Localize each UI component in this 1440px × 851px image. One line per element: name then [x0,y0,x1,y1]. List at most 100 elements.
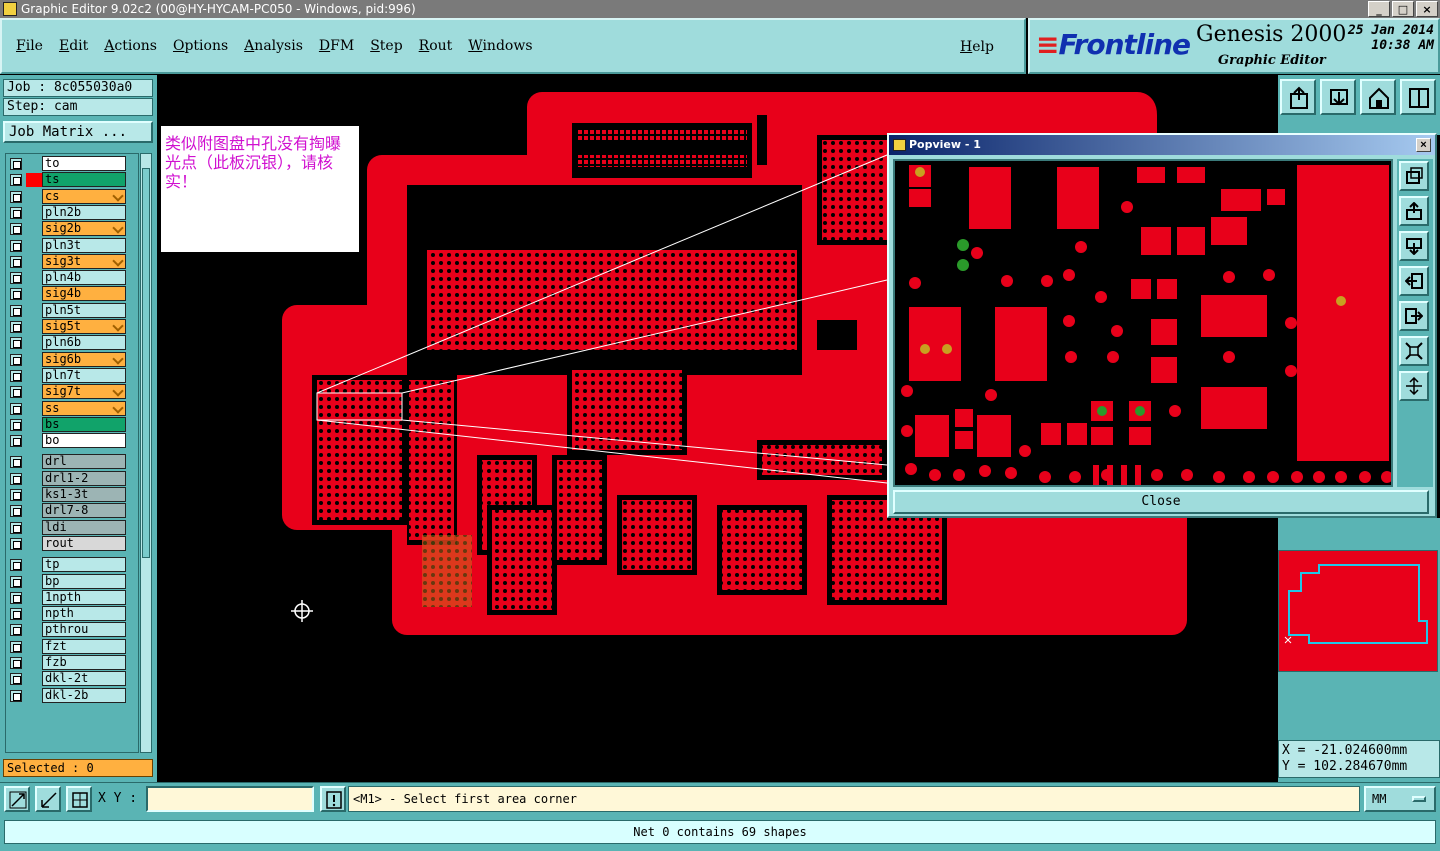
popview-zoom-out-icon[interactable] [1399,371,1429,401]
layer-checkbox[interactable] [10,456,22,469]
layer-name[interactable]: sig4b [42,286,126,302]
layer-checkbox[interactable] [10,272,22,285]
layer-checkbox[interactable] [10,158,22,170]
layer-row-1npth[interactable]: 1npth [8,589,128,605]
layer-checkbox[interactable] [10,255,22,268]
layer-row-pln7t[interactable]: pln7t [8,367,128,383]
layer-row-ks1-3t[interactable]: ks1-3t [8,487,128,502]
layer-row-sig5t[interactable]: sig5t [8,319,128,334]
maximize-button[interactable]: □ [1392,1,1414,17]
layer-name[interactable]: sig3t [42,253,126,269]
layer-name[interactable]: npth [42,606,126,622]
layer-name[interactable]: rout [42,535,126,551]
layer-checkbox[interactable] [10,369,22,382]
layer-row-drl7-8[interactable]: drl7-8 [8,503,128,519]
alert-icon[interactable] [320,786,346,812]
menu-dfm[interactable]: DFM [319,38,354,54]
minimize-button[interactable]: _ [1368,1,1390,17]
layer-checkbox[interactable] [10,435,22,448]
popview-close-icon[interactable]: × [1416,138,1431,152]
layer-name[interactable]: to [42,156,126,171]
layer-name[interactable]: tp [42,557,126,573]
menu-help[interactable]: Help [960,39,994,55]
layer-row-pln3t[interactable]: pln3t [8,237,128,253]
layer-checkbox[interactable] [10,190,22,203]
layer-row-sig6b[interactable]: sig6b [8,351,128,367]
layer-row-pln5t[interactable]: pln5t [8,302,128,318]
layer-checkbox[interactable] [10,673,22,686]
layer-row-bp[interactable]: bp [8,573,128,589]
layer-name[interactable]: pln3t [42,237,126,253]
zoom-in-button[interactable] [1320,79,1356,115]
popview-right-icon[interactable] [1399,301,1429,331]
layer-name[interactable]: pln2b [42,204,126,220]
layer-checkbox[interactable] [10,223,22,236]
layer-name[interactable]: fzb [42,655,126,670]
layer-checkbox[interactable] [10,288,22,301]
layer-name[interactable]: sig2b [42,221,126,237]
layer-row-fzb[interactable]: fzb [8,655,128,670]
layer-row-rout[interactable]: rout [8,535,128,551]
menu-options[interactable]: Options [173,38,228,54]
layer-row-pln2b[interactable]: pln2b [8,204,128,220]
layer-list-scrollbar[interactable] [140,153,152,753]
menu-file[interactable]: File [16,38,43,54]
scrollbar-thumb[interactable] [142,168,150,558]
layer-name[interactable]: ldi [42,519,126,535]
layer-row-npth[interactable]: npth [8,606,128,622]
layer-name[interactable]: drl7-8 [42,503,126,519]
layer-checkbox[interactable] [10,608,22,621]
layer-checkbox[interactable] [10,239,22,252]
layer-row-pln4b[interactable]: pln4b [8,270,128,286]
popview-fit-icon[interactable] [1399,161,1429,191]
layer-row-drl1-2[interactable]: drl1-2 [8,470,128,486]
layer-name[interactable]: sig7t [42,384,126,400]
layer-name[interactable]: bo [42,433,126,449]
layer-checkbox[interactable] [10,559,22,572]
layer-checkbox[interactable] [10,657,22,669]
layer-checkbox[interactable] [10,418,22,431]
menu-windows[interactable]: Windows [468,38,532,54]
popview-zoom-in-icon[interactable] [1399,336,1429,366]
zoom-home-button[interactable] [1280,79,1316,115]
menu-step[interactable]: Step [370,38,402,54]
layer-name[interactable]: pln7t [42,367,126,383]
layer-row-sig4b[interactable]: sig4b [8,286,128,302]
layer-name[interactable]: pln4b [42,270,126,286]
layer-name[interactable]: ts [42,172,126,188]
layer-checkbox[interactable] [10,337,22,350]
layer-row-dkl-2b[interactable]: dkl-2b [8,687,128,703]
layer-row-pln6b[interactable]: pln6b [8,335,128,351]
layer-name[interactable]: dkl-2b [42,687,126,703]
layer-name[interactable]: dkl-2t [42,671,126,687]
menu-edit[interactable]: Edit [59,38,88,54]
layer-row-tp[interactable]: tp [8,557,128,573]
close-window-button[interactable]: × [1416,1,1438,17]
layer-checkbox[interactable] [10,402,22,415]
layer-checkbox[interactable] [10,472,22,485]
layer-checkbox[interactable] [10,304,22,317]
layer-row-pthrou[interactable]: pthrou [8,622,128,638]
layer-checkbox[interactable] [10,521,22,534]
layer-checkbox[interactable] [10,689,22,702]
popview-down-icon[interactable] [1399,231,1429,261]
job-matrix-button[interactable]: Job Matrix ... [3,121,153,143]
layer-row-cs[interactable]: cs [8,188,128,204]
layer-name[interactable]: pln5t [42,302,126,318]
layer-checkbox[interactable] [10,489,22,501]
layer-checkbox[interactable] [10,353,22,366]
layer-row-bo[interactable]: bo [8,433,128,449]
units-select[interactable]: MM [1364,786,1436,812]
menu-actions[interactable]: Actions [104,38,157,54]
layer-row-dkl-2t[interactable]: dkl-2t [8,671,128,687]
layer-checkbox[interactable] [10,321,22,333]
layer-name[interactable]: fzt [42,638,126,654]
layer-checkbox[interactable] [10,174,22,187]
grid-icon[interactable] [66,786,92,812]
layer-row-ts[interactable]: ts [8,172,128,188]
popview-canvas[interactable] [893,159,1393,487]
popview-up-icon[interactable] [1399,196,1429,226]
home-view-button[interactable] [1360,79,1396,115]
snap-icon[interactable] [4,786,30,812]
layer-name[interactable]: sig6b [42,351,126,367]
